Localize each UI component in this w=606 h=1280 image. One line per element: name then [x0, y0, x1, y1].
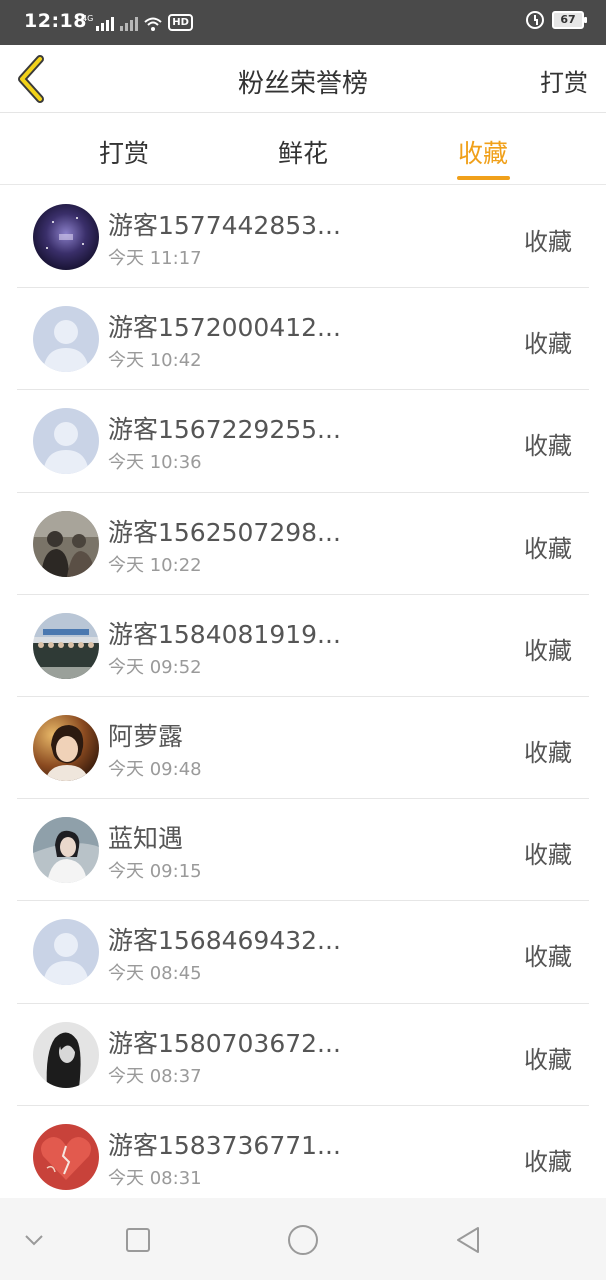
user-name: 阿萝露	[108, 721, 184, 751]
user-name: 游客1577442853...	[108, 211, 341, 240]
recent-apps-icon[interactable]	[118, 1220, 158, 1260]
status-icons-left: 4G HD	[82, 14, 193, 31]
action-type: 收藏	[524, 534, 572, 563]
action-type: 收藏	[524, 841, 572, 870]
tab-flowers[interactable]: 鲜花	[243, 134, 363, 170]
status-bar: 12:18 4G HD 67	[0, 0, 606, 45]
default-avatar-icon	[33, 408, 99, 475]
status-time: 12:18	[24, 10, 87, 32]
timestamp: 今天 10:42	[108, 350, 202, 372]
fan-list: 游客1577442853... 今天 11:17 收藏 游客1572000412…	[0, 186, 606, 1209]
timestamp: 今天 11:17	[108, 248, 202, 269]
user-name: 游客1572000412...	[108, 313, 341, 343]
user-name: 游客1584081919...	[108, 619, 341, 649]
avatar	[33, 204, 99, 270]
timestamp: 今天 10:36	[108, 452, 202, 474]
action-type: 收藏	[524, 738, 572, 767]
tip-button[interactable]: 打赏	[540, 63, 588, 98]
chevron-down-icon[interactable]	[14, 1220, 54, 1260]
action-type: 收藏	[524, 1147, 572, 1176]
alarm-icon	[526, 11, 544, 29]
title-bar: 粉丝荣誉榜 打赏	[0, 45, 606, 113]
active-tab-indicator	[457, 176, 510, 180]
avatar	[33, 612, 99, 679]
portrait-avatar-icon	[33, 714, 99, 781]
back-nav-icon[interactable]	[448, 1220, 488, 1260]
timestamp: 今天 08:37	[108, 1065, 202, 1087]
list-item[interactable]: 蓝知遇 今天 09:15 收藏	[0, 799, 606, 902]
list-item[interactable]: 游客1584081919... 今天 09:52 收藏	[0, 595, 606, 698]
network-type-label: 4G	[82, 14, 94, 23]
avatar	[33, 408, 99, 475]
user-name: 游客1580703672...	[108, 1028, 341, 1058]
page-title: 粉丝荣誉榜	[237, 69, 368, 99]
list-item[interactable]: 阿萝露 今天 09:48 收藏	[0, 697, 606, 800]
group-photo-avatar-icon	[33, 612, 99, 679]
list-item[interactable]: 游客1577442853... 今天 11:17 收藏	[0, 186, 606, 289]
list-item[interactable]: 游客1580703672... 今天 08:37 收藏	[0, 1004, 606, 1106]
timestamp: 今天 09:52	[108, 656, 202, 678]
avatar	[33, 306, 99, 373]
action-type: 收藏	[524, 432, 572, 461]
tab-favorites[interactable]: 收藏	[423, 134, 543, 170]
signal-icon-2	[120, 15, 139, 31]
battery-icon: 67	[552, 11, 587, 29]
portrait-avatar-icon	[33, 817, 99, 884]
system-nav-bar	[0, 1198, 606, 1280]
status-icons-right: 67	[526, 11, 587, 29]
heart-avatar-icon	[33, 1123, 99, 1190]
action-type: 收藏	[524, 943, 572, 972]
user-name: 游客1583736771...	[108, 1130, 341, 1160]
timestamp: 今天 10:22	[108, 554, 202, 576]
action-type: 收藏	[524, 228, 572, 256]
action-type: 收藏	[524, 1045, 572, 1074]
user-name: 游客1567229255...	[108, 415, 341, 445]
list-item[interactable]: 游客1583736771... 今天 08:31 收藏	[0, 1106, 606, 1209]
list-item[interactable]: 游客1572000412... 今天 10:42 收藏	[0, 288, 606, 391]
default-avatar-icon	[33, 919, 99, 986]
user-name: 游客1562507298...	[108, 517, 341, 547]
avatar	[33, 1123, 99, 1190]
avatar	[33, 1021, 99, 1088]
action-type: 收藏	[524, 330, 572, 359]
home-icon[interactable]	[283, 1220, 323, 1260]
timestamp: 今天 08:45	[108, 963, 202, 985]
tab-tip[interactable]: 打赏	[64, 134, 184, 170]
avatar	[33, 714, 99, 781]
user-name: 游客1568469432...	[108, 926, 341, 956]
galaxy-avatar-icon	[33, 204, 99, 270]
default-avatar-icon	[33, 306, 99, 373]
action-type: 收藏	[524, 636, 572, 665]
timestamp: 今天 08:31	[108, 1167, 202, 1189]
avatar	[33, 510, 99, 577]
photo-avatar-icon	[33, 510, 99, 577]
user-name: 蓝知遇	[108, 824, 184, 854]
tab-bar: 打赏 鲜花 收藏	[0, 114, 606, 185]
list-item[interactable]: 游客1568469432... 今天 08:45 收藏	[0, 901, 606, 1004]
hd-icon: HD	[168, 14, 193, 31]
signal-icon: 4G	[82, 14, 115, 31]
list-item[interactable]: 游客1562507298... 今天 10:22 收藏	[0, 493, 606, 595]
timestamp: 今天 09:15	[108, 861, 202, 883]
avatar	[33, 817, 99, 884]
wifi-icon	[144, 17, 162, 31]
timestamp: 今天 09:48	[108, 758, 202, 780]
avatar	[33, 919, 99, 986]
list-item[interactable]: 游客1567229255... 今天 10:36 收藏	[0, 390, 606, 493]
bw-portrait-avatar-icon	[33, 1021, 99, 1088]
